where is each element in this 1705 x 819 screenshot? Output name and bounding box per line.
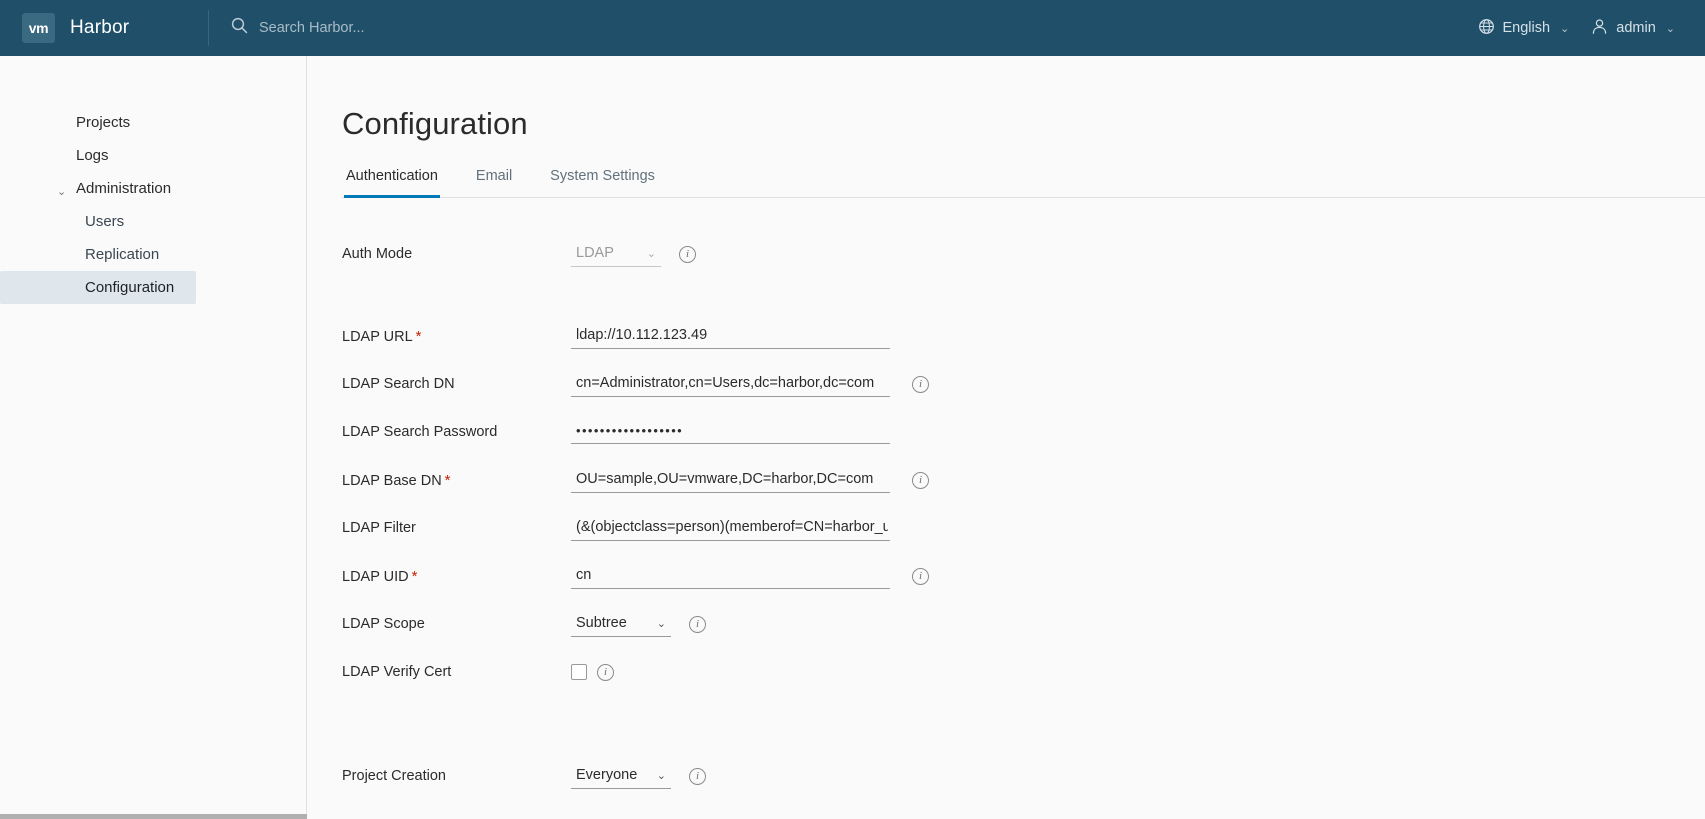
ldap-search-password-input[interactable] — [571, 420, 890, 444]
chevron-down-icon: ⌄ — [656, 769, 666, 782]
language-selector[interactable]: English ⌄ — [1470, 12, 1578, 45]
auth-mode-value: LDAP — [576, 244, 614, 261]
label-project-creation: Project Creation — [342, 768, 446, 784]
globe-icon — [1478, 18, 1495, 39]
field-row-project-creation: Project Creation Everyone ⌄ i — [342, 752, 1705, 800]
field-row-ldap-filter: LDAP Filter — [342, 504, 1705, 552]
ldap-uid-input[interactable] — [571, 563, 890, 589]
sidebar-item-logs[interactable]: Logs — [0, 139, 282, 172]
header-actions: English ⌄ admin ⌄ — [1470, 12, 1705, 45]
label-text: LDAP URL — [342, 328, 413, 345]
ldap-verify-cert-checkbox[interactable] — [571, 664, 587, 680]
search-icon — [231, 17, 248, 39]
search-area[interactable] — [231, 17, 1470, 39]
info-icon[interactable]: i — [679, 245, 696, 263]
label-ldap-scope: LDAP Scope — [342, 616, 425, 632]
ldap-url-input[interactable] — [571, 323, 890, 349]
auth-mode-select[interactable]: LDAP ⌄ — [571, 242, 661, 267]
label-auth-mode: Auth Mode — [342, 246, 413, 262]
ldap-filter-input[interactable] — [571, 515, 890, 541]
label-ldap-url: LDAP URL * — [342, 328, 571, 345]
tab-bar: Authentication Email System Settings — [342, 164, 1705, 198]
label-ldap-uid: LDAP UID * — [342, 568, 571, 585]
field-row-ldap-verify-cert: LDAP Verify Cert i — [342, 648, 1705, 696]
required-marker: * — [444, 471, 451, 489]
horizontal-scrollbar[interactable] — [0, 814, 307, 819]
required-marker: * — [411, 567, 418, 585]
sidebar-item-configuration[interactable]: Configuration — [0, 271, 196, 304]
chevron-down-icon: ⌄ — [1560, 22, 1570, 35]
user-menu[interactable]: admin ⌄ — [1583, 12, 1683, 45]
project-creation-value: Everyone — [576, 766, 638, 783]
field-row-ldap-search-dn: LDAP Search DN i — [342, 360, 1705, 408]
user-icon — [1591, 18, 1608, 39]
required-marker: * — [415, 327, 422, 345]
tab-system-settings[interactable]: System Settings — [548, 164, 657, 198]
label-ldap-verify-cert: LDAP Verify Cert — [342, 664, 452, 680]
sidebar-item-projects[interactable]: Projects — [0, 106, 282, 139]
field-row-ldap-url: LDAP URL * — [342, 312, 1705, 360]
search-input[interactable] — [259, 20, 559, 36]
sidebar: Projects Logs ⌄ Administration Users Rep… — [0, 56, 307, 819]
app-title: Harbor — [70, 17, 130, 38]
chevron-down-icon: ⌄ — [646, 247, 656, 260]
field-row-auth-mode: Auth Mode LDAP ⌄ i — [342, 230, 1705, 278]
sidebar-group-administration[interactable]: ⌄ Administration — [0, 172, 306, 205]
form-actions: SAVE CANCEL TEST LDAP SERVER — [342, 800, 1705, 819]
field-row-ldap-base-dn: LDAP Base DN* i — [342, 456, 1705, 504]
label-text: LDAP Base DN — [342, 472, 442, 489]
ldap-scope-value: Subtree — [576, 614, 627, 631]
language-label: English — [1502, 20, 1551, 36]
main-content: Configuration Authentication Email Syste… — [307, 56, 1705, 819]
app-header: vm Harbor English ⌄ — [0, 0, 1705, 56]
header-divider — [208, 10, 209, 46]
label-ldap-search-dn: LDAP Search DN — [342, 376, 455, 392]
ldap-scope-select[interactable]: Subtree ⌄ — [571, 612, 671, 637]
vmware-logo-icon: vm — [22, 13, 55, 43]
ldap-search-dn-input[interactable] — [571, 371, 890, 397]
sidebar-item-users[interactable]: Users — [0, 205, 196, 238]
authentication-form: Auth Mode LDAP ⌄ i LDAP URL * ldap://10.… — [342, 198, 1705, 819]
info-icon[interactable]: i — [912, 567, 929, 585]
label-ldap-filter: LDAP Filter — [342, 520, 416, 536]
info-icon[interactable]: i — [912, 471, 929, 489]
page-title: Configuration — [342, 106, 528, 141]
ldap-base-dn-input[interactable] — [571, 467, 890, 493]
info-icon[interactable]: i — [597, 663, 614, 681]
field-row-ldap-search-password: LDAP Search Password — [342, 408, 1705, 456]
field-row-ldap-scope: LDAP Scope Subtree ⌄ i — [342, 600, 1705, 648]
sidebar-item-replication[interactable]: Replication — [0, 238, 196, 271]
info-icon[interactable]: i — [689, 615, 706, 633]
sidebar-group-label: Administration — [76, 180, 172, 197]
label-text: LDAP UID — [342, 568, 409, 585]
brand[interactable]: vm Harbor — [0, 0, 208, 56]
field-row-ldap-uid: LDAP UID* i — [342, 552, 1705, 600]
info-icon[interactable]: i — [689, 767, 706, 785]
tab-authentication[interactable]: Authentication — [344, 164, 440, 198]
username-label: admin — [1616, 20, 1656, 36]
info-icon[interactable]: i — [912, 375, 929, 393]
chevron-down-icon: ⌄ — [1665, 22, 1675, 35]
label-ldap-base-dn: LDAP Base DN * — [342, 472, 571, 489]
project-creation-select[interactable]: Everyone ⌄ — [571, 764, 671, 789]
tab-email[interactable]: Email — [474, 164, 514, 198]
chevron-down-icon: ⌄ — [57, 186, 67, 198]
label-ldap-search-password: LDAP Search Password — [342, 424, 498, 440]
chevron-down-icon: ⌄ — [656, 617, 666, 630]
